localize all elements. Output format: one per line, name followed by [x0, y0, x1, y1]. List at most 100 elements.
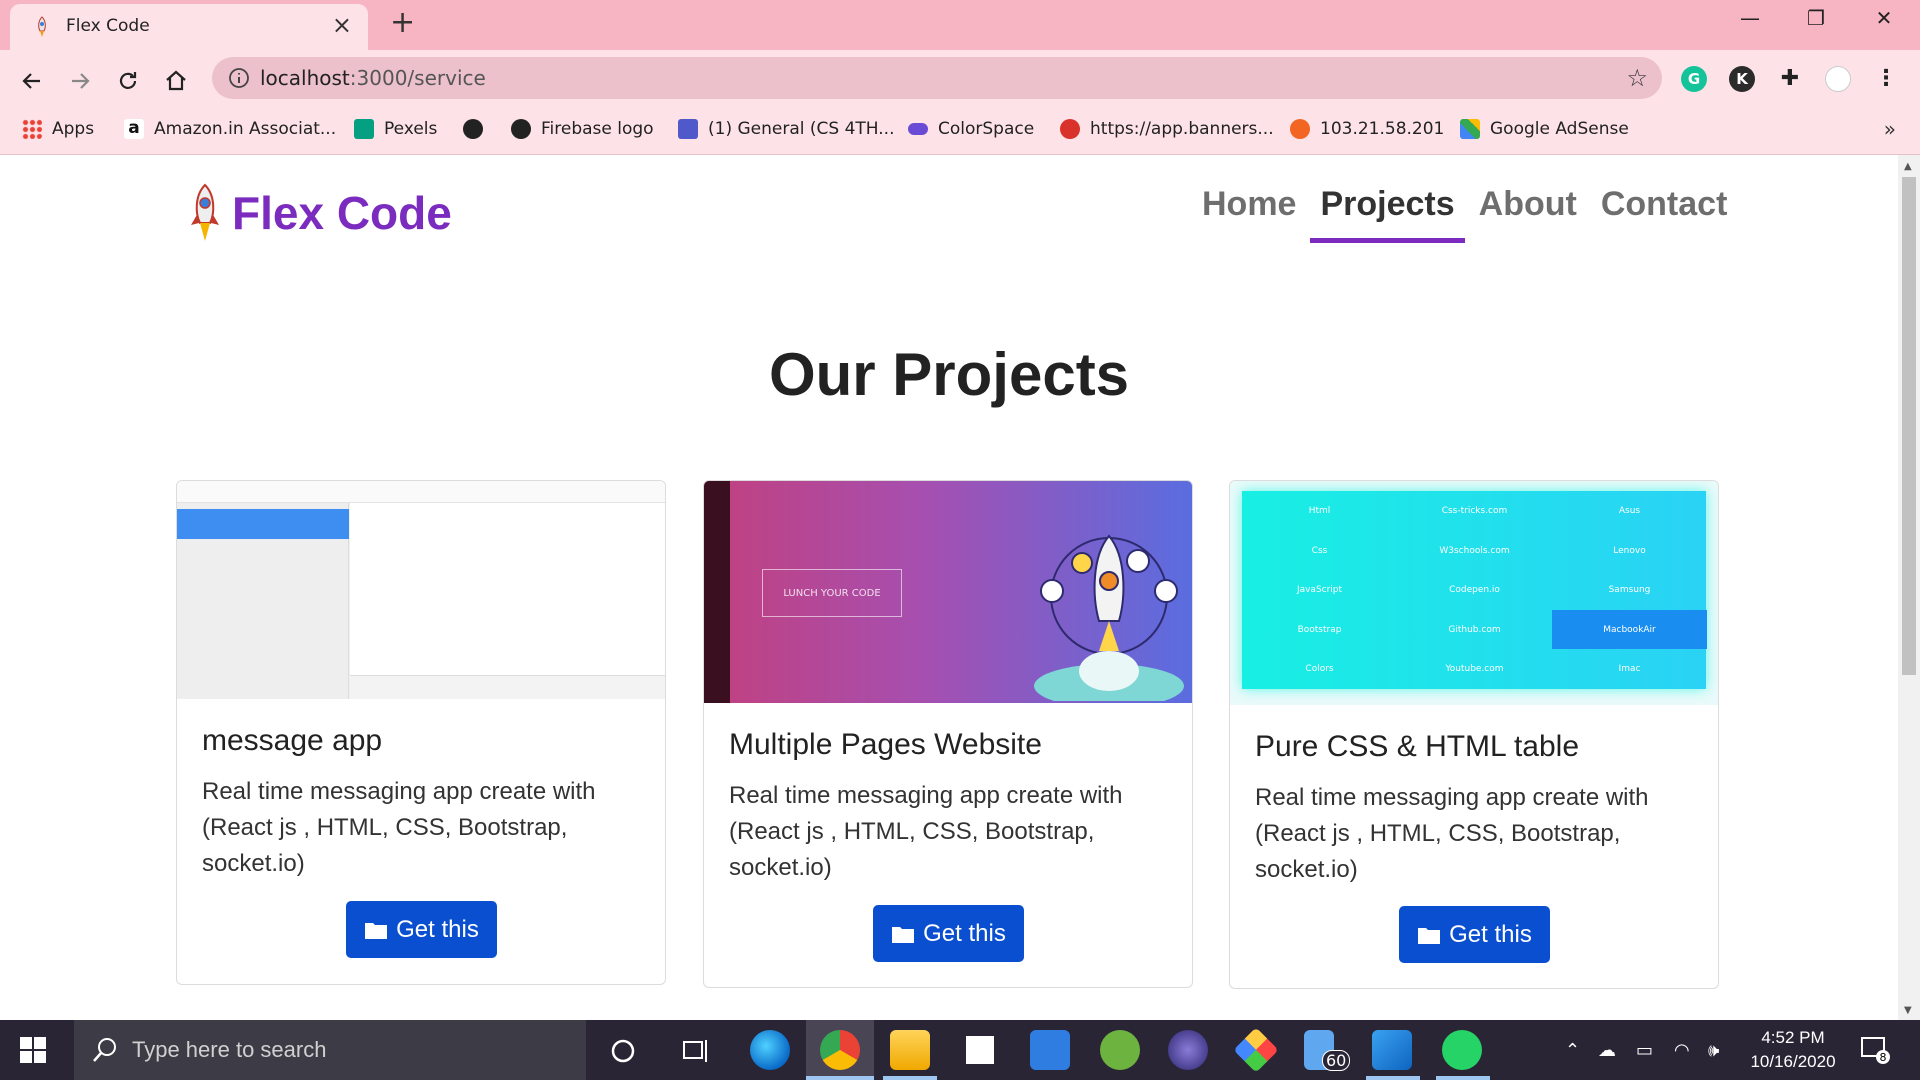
page-scrollbar[interactable]: ▲ ▼	[1898, 155, 1920, 1020]
chrome-browser-icon[interactable]	[820, 1030, 860, 1070]
chat-main-image	[350, 481, 665, 677]
volume-icon[interactable]: 🕪	[1708, 1040, 1719, 1061]
apps-grid-icon	[22, 119, 42, 139]
table-preview-image: Html Css-tricks.com Asus Css W3schools.c…	[1230, 481, 1718, 705]
wifi-icon[interactable]: ◠	[1674, 1040, 1690, 1061]
bookmark-colorspace[interactable]: ColorSpace	[908, 117, 1034, 141]
url-host: localhost	[260, 66, 350, 90]
forward-icon[interactable]	[60, 61, 100, 101]
eclipse-icon[interactable]	[1168, 1030, 1208, 1070]
bookmark-teams-general[interactable]: (1) General (CS 4TH...	[678, 117, 894, 141]
explorer-running-indicator	[883, 1076, 937, 1080]
microsoft-store-icon[interactable]	[960, 1030, 1000, 1070]
edge-browser-icon[interactable]	[750, 1030, 790, 1070]
brand[interactable]: Flex Code	[188, 183, 452, 243]
bookmarks-overflow-icon[interactable]: »	[1884, 117, 1896, 141]
get-this-button[interactable]: Get this	[1399, 906, 1550, 963]
amazon-icon: a	[124, 119, 144, 139]
table-cell: Lenovo	[1613, 545, 1646, 556]
whatsapp-running-indicator	[1436, 1076, 1490, 1080]
action-center-icon[interactable]: 8	[1860, 1034, 1890, 1064]
bookmark-amazon[interactable]: a Amazon.in Associat...	[124, 117, 336, 141]
project-card-css-table: Html Css-tricks.com Asus Css W3schools.c…	[1229, 480, 1719, 989]
gitkraken-diamond-icon[interactable]	[1233, 1027, 1279, 1073]
url-text: localhost:3000/service	[260, 66, 486, 90]
task-view-icon[interactable]	[682, 1038, 710, 1064]
onedrive-cloud-icon[interactable]: ☁	[1598, 1040, 1616, 1061]
profile-avatar-icon[interactable]	[1825, 66, 1851, 92]
nav-home[interactable]: Home	[1202, 185, 1296, 243]
spring-tool-suite-icon[interactable]	[1100, 1030, 1140, 1070]
close-window-icon[interactable]: ✕	[1854, 6, 1914, 38]
card-title: Multiple Pages Website	[729, 728, 1042, 761]
project-card-message-app: message app Real time messaging app crea…	[176, 480, 666, 985]
bookmark-star-icon[interactable]: ☆	[1626, 64, 1648, 92]
chrome-active-indicator	[806, 1076, 874, 1080]
nav-contact[interactable]: Contact	[1601, 185, 1728, 243]
restore-icon[interactable]: ❐	[1786, 6, 1846, 38]
folder-icon	[892, 926, 915, 943]
address-bar[interactable]: localhost:3000/service ☆	[212, 57, 1662, 99]
chat-input-image	[350, 675, 665, 699]
project-screenshot: Html Css-tricks.com Asus Css W3schools.c…	[1230, 481, 1718, 705]
table-cell: Samsung	[1608, 584, 1651, 595]
folder-icon	[365, 922, 388, 939]
cortana-icon[interactable]	[610, 1038, 636, 1064]
table-cell: Bootstrap	[1297, 624, 1342, 635]
home-icon[interactable]	[156, 61, 196, 101]
puzzle-extensions-icon[interactable]: ✚	[1777, 66, 1803, 92]
bookmark-pexels[interactable]: Pexels	[354, 117, 437, 141]
menu-kebab-icon[interactable]: ⋮	[1873, 66, 1899, 92]
card-text: Real time messaging app create with (Rea…	[202, 778, 596, 877]
bookmark-firebase-logo[interactable]: Firebase logo	[511, 117, 654, 141]
bookmark-label: Firebase logo	[541, 119, 654, 139]
hamburger-strip-image	[704, 481, 730, 703]
bookmark-adsense[interactable]: Google AdSense	[1460, 117, 1629, 141]
get-this-button[interactable]: Get this	[873, 905, 1024, 962]
search-icon	[93, 1038, 116, 1062]
bookmarks-bar: Apps a Amazon.in Associat... Pexels Fire…	[0, 107, 1920, 151]
bookmark-label: Pexels	[384, 119, 438, 139]
reload-icon[interactable]	[108, 61, 148, 101]
close-tab-icon[interactable]: ×	[332, 13, 352, 37]
nav-about[interactable]: About	[1479, 185, 1577, 243]
bookmark-label: Apps	[52, 119, 95, 139]
globe-icon	[511, 119, 531, 139]
card-title: Pure CSS & HTML table	[1255, 730, 1580, 763]
new-tab-icon[interactable]: +	[390, 8, 415, 38]
file-explorer-icon[interactable]	[890, 1030, 930, 1070]
bookmark-label: 103.21.58.201	[1320, 119, 1445, 139]
scroll-up-icon[interactable]: ▲	[1904, 161, 1912, 172]
table-cell: Imac	[1618, 663, 1641, 674]
scroll-thumb[interactable]	[1902, 177, 1916, 675]
bookmark-apps[interactable]: Apps	[22, 117, 94, 141]
minimize-icon[interactable]: —	[1720, 6, 1780, 38]
taskbar-search[interactable]: Type here to search	[74, 1020, 586, 1080]
vscode-icon[interactable]	[1372, 1030, 1412, 1070]
grammarly-extension-icon[interactable]: G	[1681, 66, 1707, 92]
back-icon[interactable]	[12, 61, 52, 101]
table-cell: Github.com	[1448, 624, 1501, 635]
bookmark-globe[interactable]	[463, 117, 493, 141]
get-this-button[interactable]: Get this	[346, 901, 497, 958]
scroll-down-icon[interactable]: ▼	[1904, 1005, 1912, 1016]
info-icon[interactable]	[228, 67, 250, 89]
system-clock[interactable]: 4:52 PM 10/16/2020	[1738, 1026, 1848, 1074]
profile-k-extension-icon[interactable]: K	[1729, 66, 1755, 92]
cpanel-icon	[1290, 119, 1310, 139]
nav-projects[interactable]: Projects	[1310, 185, 1465, 243]
mail-icon[interactable]	[1030, 1030, 1070, 1070]
table-cell: Codepen.io	[1449, 584, 1500, 595]
bookmark-banners[interactable]: https://app.banners...	[1060, 117, 1274, 141]
battery-icon[interactable]: ▭	[1636, 1040, 1653, 1061]
table-cell: Html	[1308, 505, 1331, 516]
table-cell: Css	[1311, 545, 1328, 556]
windows-start-icon[interactable]	[20, 1037, 46, 1063]
vscode-running-indicator	[1366, 1076, 1420, 1080]
button-label: Get this	[396, 915, 479, 943]
whatsapp-icon[interactable]	[1442, 1030, 1482, 1070]
tray-overflow-chevron-icon[interactable]: ⌃	[1565, 1040, 1580, 1061]
bookmark-label: (1) General (CS 4TH...	[708, 119, 895, 139]
bookmark-ip[interactable]: 103.21.58.201	[1290, 117, 1444, 141]
tab-flex-code[interactable]: Flex Code ×	[10, 4, 368, 50]
